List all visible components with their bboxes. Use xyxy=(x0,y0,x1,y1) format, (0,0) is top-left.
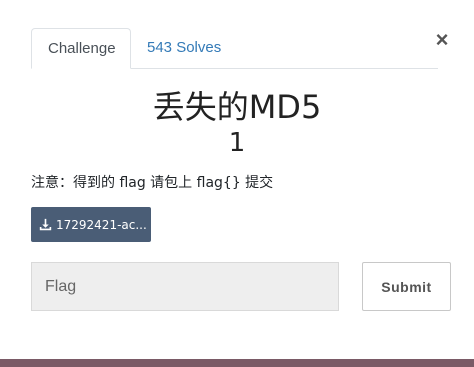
download-file-button[interactable]: 17292421-ac... xyxy=(31,207,151,242)
background-strip xyxy=(0,359,474,367)
challenge-modal: Challenge 543 Solves × 丢失的MD5 1 注意：得到的 f… xyxy=(0,0,474,367)
download-icon xyxy=(39,218,52,231)
challenge-description: 注意：得到的 flag 请包上 flag{} 提交 xyxy=(31,175,274,191)
download-file-label: 17292421-ac... xyxy=(56,217,147,232)
submit-button[interactable]: Submit xyxy=(362,262,451,311)
tab-bar: Challenge 543 Solves xyxy=(31,28,438,69)
challenge-points: 1 xyxy=(228,128,246,158)
flag-input[interactable] xyxy=(31,262,339,311)
tab-solves[interactable]: 543 Solves xyxy=(131,28,237,68)
close-icon[interactable]: × xyxy=(432,28,452,52)
challenge-title: 丢失的MD5 xyxy=(152,88,322,126)
tab-challenge[interactable]: Challenge xyxy=(31,28,131,69)
